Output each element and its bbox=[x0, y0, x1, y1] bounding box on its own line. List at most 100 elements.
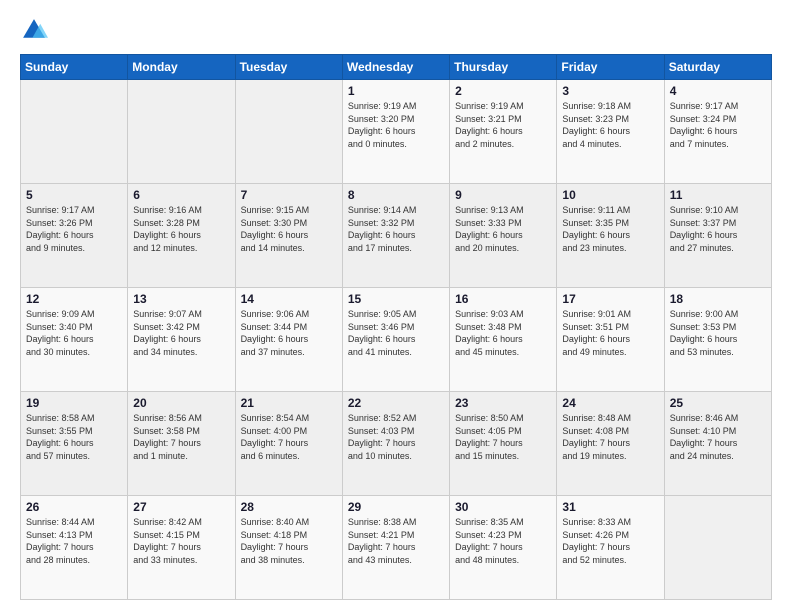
day-info: Sunrise: 9:11 AM Sunset: 3:35 PM Dayligh… bbox=[562, 204, 658, 254]
day-header-thursday: Thursday bbox=[450, 55, 557, 80]
day-info: Sunrise: 9:13 AM Sunset: 3:33 PM Dayligh… bbox=[455, 204, 551, 254]
day-number: 17 bbox=[562, 292, 658, 306]
day-number: 20 bbox=[133, 396, 229, 410]
calendar-cell: 30Sunrise: 8:35 AM Sunset: 4:23 PM Dayli… bbox=[450, 496, 557, 600]
day-info: Sunrise: 8:54 AM Sunset: 4:00 PM Dayligh… bbox=[241, 412, 337, 462]
day-info: Sunrise: 9:09 AM Sunset: 3:40 PM Dayligh… bbox=[26, 308, 122, 358]
calendar-cell: 11Sunrise: 9:10 AM Sunset: 3:37 PM Dayli… bbox=[664, 184, 771, 288]
day-number: 18 bbox=[670, 292, 766, 306]
day-info: Sunrise: 9:14 AM Sunset: 3:32 PM Dayligh… bbox=[348, 204, 444, 254]
day-number: 9 bbox=[455, 188, 551, 202]
calendar-cell: 27 Sunrise: 8:42 AM Sunset: 4:15 PM Dayli… bbox=[128, 496, 235, 600]
day-number: 2 bbox=[455, 84, 551, 98]
calendar-cell: 22 Sunrise: 8:52 AM Sunset: 4:03 PM Dayli… bbox=[342, 392, 449, 496]
calendar-cell bbox=[21, 80, 128, 184]
day-info: Sunrise: 9:03 AM Sunset: 3:48 PM Dayligh… bbox=[455, 308, 551, 358]
day-info: Sunrise: 8:33 AM Sunset: 4:26 PM Dayligh… bbox=[562, 516, 658, 566]
day-number: 4 bbox=[670, 84, 766, 98]
day-info: Sunrise: 9:18 AM Sunset: 3:23 PM Dayligh… bbox=[562, 100, 658, 150]
day-number: 30 bbox=[455, 500, 551, 514]
day-number: 3 bbox=[562, 84, 658, 98]
calendar-cell bbox=[664, 496, 771, 600]
day-info: Sunrise: 8:46 AM Sunset: 4:10 PM Dayligh… bbox=[670, 412, 766, 462]
calendar-cell: 24 Sunrise: 8:48 AM Sunset: 4:08 PM Dayli… bbox=[557, 392, 664, 496]
day-info: Sunrise: 9:05 AM Sunset: 3:46 PM Dayligh… bbox=[348, 308, 444, 358]
header bbox=[20, 16, 772, 44]
day-number: 24 bbox=[562, 396, 658, 410]
calendar-cell: 23 Sunrise: 8:50 AM Sunset: 4:05 PM Dayli… bbox=[450, 392, 557, 496]
day-number: 8 bbox=[348, 188, 444, 202]
calendar-cell: 28Sunrise: 8:40 AM Sunset: 4:18 PM Dayli… bbox=[235, 496, 342, 600]
calendar-cell: 21 Sunrise: 8:54 AM Sunset: 4:00 PM Dayli… bbox=[235, 392, 342, 496]
day-info: Sunrise: 9:15 AM Sunset: 3:30 PM Dayligh… bbox=[241, 204, 337, 254]
calendar-cell: 9 Sunrise: 9:13 AM Sunset: 3:33 PM Daylig… bbox=[450, 184, 557, 288]
calendar-cell: 16 Sunrise: 9:03 AM Sunset: 3:48 PM Dayli… bbox=[450, 288, 557, 392]
calendar-week-5: 26Sunrise: 8:44 AM Sunset: 4:13 PM Dayli… bbox=[21, 496, 772, 600]
day-number: 26 bbox=[26, 500, 122, 514]
day-number: 15 bbox=[348, 292, 444, 306]
calendar-cell: 6Sunrise: 9:16 AM Sunset: 3:28 PM Daylig… bbox=[128, 184, 235, 288]
calendar-week-4: 19Sunrise: 8:58 AM Sunset: 3:55 PM Dayli… bbox=[21, 392, 772, 496]
calendar-cell: 2 Sunrise: 9:19 AM Sunset: 3:21 PM Daylig… bbox=[450, 80, 557, 184]
day-number: 7 bbox=[241, 188, 337, 202]
calendar-cell: 5Sunrise: 9:17 AM Sunset: 3:26 PM Daylig… bbox=[21, 184, 128, 288]
day-header-saturday: Saturday bbox=[664, 55, 771, 80]
calendar-cell: 7 Sunrise: 9:15 AM Sunset: 3:30 PM Daylig… bbox=[235, 184, 342, 288]
day-info: Sunrise: 9:16 AM Sunset: 3:28 PM Dayligh… bbox=[133, 204, 229, 254]
calendar-cell: 13 Sunrise: 9:07 AM Sunset: 3:42 PM Dayli… bbox=[128, 288, 235, 392]
day-info: Sunrise: 8:50 AM Sunset: 4:05 PM Dayligh… bbox=[455, 412, 551, 462]
day-number: 23 bbox=[455, 396, 551, 410]
logo bbox=[20, 16, 52, 44]
calendar-week-3: 12 Sunrise: 9:09 AM Sunset: 3:40 PM Dayli… bbox=[21, 288, 772, 392]
day-header-friday: Friday bbox=[557, 55, 664, 80]
day-info: Sunrise: 8:48 AM Sunset: 4:08 PM Dayligh… bbox=[562, 412, 658, 462]
calendar-cell: 29Sunrise: 8:38 AM Sunset: 4:21 PM Dayli… bbox=[342, 496, 449, 600]
day-number: 21 bbox=[241, 396, 337, 410]
calendar-cell: 10 Sunrise: 9:11 AM Sunset: 3:35 PM Dayli… bbox=[557, 184, 664, 288]
day-info: Sunrise: 8:52 AM Sunset: 4:03 PM Dayligh… bbox=[348, 412, 444, 462]
day-number: 14 bbox=[241, 292, 337, 306]
calendar-week-1: 1Sunrise: 9:19 AM Sunset: 3:20 PM Daylig… bbox=[21, 80, 772, 184]
calendar-cell: 20 Sunrise: 8:56 AM Sunset: 3:58 PM Dayli… bbox=[128, 392, 235, 496]
day-number: 19 bbox=[26, 396, 122, 410]
calendar-cell: 17 Sunrise: 9:01 AM Sunset: 3:51 PM Dayli… bbox=[557, 288, 664, 392]
calendar-cell: 18 Sunrise: 9:00 AM Sunset: 3:53 PM Dayli… bbox=[664, 288, 771, 392]
day-info: Sunrise: 9:07 AM Sunset: 3:42 PM Dayligh… bbox=[133, 308, 229, 358]
day-number: 22 bbox=[348, 396, 444, 410]
day-info: Sunrise: 9:19 AM Sunset: 3:21 PM Dayligh… bbox=[455, 100, 551, 150]
calendar-cell bbox=[235, 80, 342, 184]
calendar-table: SundayMondayTuesdayWednesdayThursdayFrid… bbox=[20, 54, 772, 600]
page: SundayMondayTuesdayWednesdayThursdayFrid… bbox=[0, 0, 792, 612]
day-number: 12 bbox=[26, 292, 122, 306]
calendar-cell: 8 Sunrise: 9:14 AM Sunset: 3:32 PM Daylig… bbox=[342, 184, 449, 288]
day-header-sunday: Sunday bbox=[21, 55, 128, 80]
calendar-week-2: 5Sunrise: 9:17 AM Sunset: 3:26 PM Daylig… bbox=[21, 184, 772, 288]
calendar-cell: 19Sunrise: 8:58 AM Sunset: 3:55 PM Dayli… bbox=[21, 392, 128, 496]
day-info: Sunrise: 9:10 AM Sunset: 3:37 PM Dayligh… bbox=[670, 204, 766, 254]
day-number: 13 bbox=[133, 292, 229, 306]
day-info: Sunrise: 9:00 AM Sunset: 3:53 PM Dayligh… bbox=[670, 308, 766, 358]
day-info: Sunrise: 8:40 AM Sunset: 4:18 PM Dayligh… bbox=[241, 516, 337, 566]
day-info: Sunrise: 8:56 AM Sunset: 3:58 PM Dayligh… bbox=[133, 412, 229, 462]
day-number: 25 bbox=[670, 396, 766, 410]
calendar-header-row: SundayMondayTuesdayWednesdayThursdayFrid… bbox=[21, 55, 772, 80]
calendar-cell: 4 Sunrise: 9:17 AM Sunset: 3:24 PM Daylig… bbox=[664, 80, 771, 184]
day-info: Sunrise: 8:38 AM Sunset: 4:21 PM Dayligh… bbox=[348, 516, 444, 566]
calendar-cell bbox=[128, 80, 235, 184]
day-number: 27 bbox=[133, 500, 229, 514]
day-info: Sunrise: 9:01 AM Sunset: 3:51 PM Dayligh… bbox=[562, 308, 658, 358]
day-number: 31 bbox=[562, 500, 658, 514]
day-info: Sunrise: 8:42 AM Sunset: 4:15 PM Dayligh… bbox=[133, 516, 229, 566]
day-number: 10 bbox=[562, 188, 658, 202]
calendar-cell: 26Sunrise: 8:44 AM Sunset: 4:13 PM Dayli… bbox=[21, 496, 128, 600]
day-number: 16 bbox=[455, 292, 551, 306]
day-info: Sunrise: 9:06 AM Sunset: 3:44 PM Dayligh… bbox=[241, 308, 337, 358]
calendar-cell: 25 Sunrise: 8:46 AM Sunset: 4:10 PM Dayli… bbox=[664, 392, 771, 496]
day-header-monday: Monday bbox=[128, 55, 235, 80]
day-info: Sunrise: 9:17 AM Sunset: 3:24 PM Dayligh… bbox=[670, 100, 766, 150]
calendar-cell: 1Sunrise: 9:19 AM Sunset: 3:20 PM Daylig… bbox=[342, 80, 449, 184]
calendar-cell: 3 Sunrise: 9:18 AM Sunset: 3:23 PM Daylig… bbox=[557, 80, 664, 184]
day-number: 1 bbox=[348, 84, 444, 98]
day-number: 5 bbox=[26, 188, 122, 202]
calendar-cell: 14 Sunrise: 9:06 AM Sunset: 3:44 PM Dayli… bbox=[235, 288, 342, 392]
